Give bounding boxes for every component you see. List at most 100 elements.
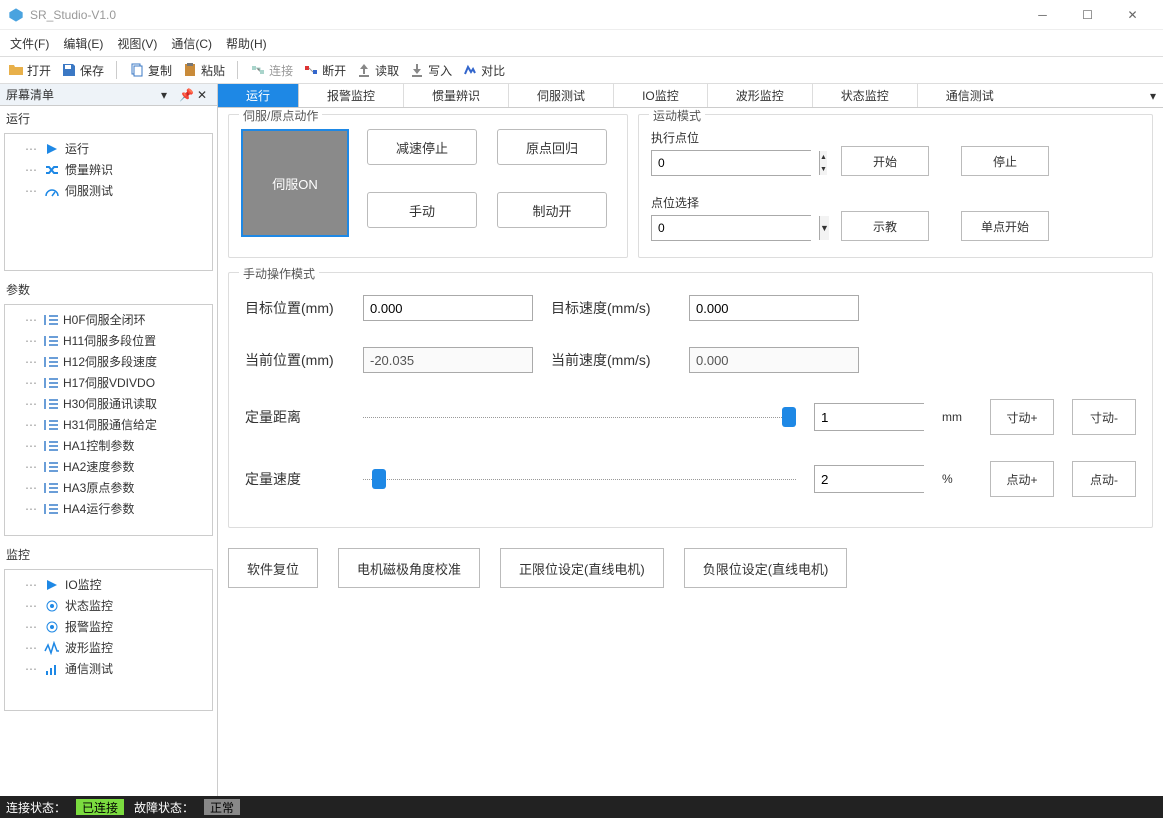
close-button[interactable]: ✕ xyxy=(1110,0,1155,30)
play-icon xyxy=(44,142,60,156)
param-item[interactable]: ⋯HA3原点参数 xyxy=(5,477,212,498)
pos-limit-button[interactable]: 正限位设定(直线电机) xyxy=(500,548,664,588)
param-item[interactable]: ⋯H17伺服VDIVDO xyxy=(5,372,212,393)
param-item[interactable]: ⋯HA1控制参数 xyxy=(5,435,212,456)
stop-button[interactable]: 停止 xyxy=(961,146,1049,176)
menu-view[interactable]: 视图(V) xyxy=(117,35,157,52)
exec-point-input[interactable]: ▲▼ xyxy=(651,150,811,176)
paste-button[interactable]: 粘贴 xyxy=(182,62,225,79)
spin-up-icon[interactable]: ▲ xyxy=(820,151,827,163)
spd-unit: % xyxy=(942,472,972,486)
tab-servotest[interactable]: 伺服测试 xyxy=(509,84,614,107)
list-icon xyxy=(44,378,58,388)
tab-run[interactable]: 运行 xyxy=(218,84,299,107)
point-select-field[interactable] xyxy=(652,216,819,240)
chevron-down-icon[interactable]: ▼ xyxy=(819,216,829,240)
single-start-button[interactable]: 单点开始 xyxy=(961,211,1049,241)
decel-stop-button[interactable]: 减速停止 xyxy=(367,129,477,165)
exec-point-label: 执行点位 xyxy=(651,129,811,146)
open-button[interactable]: 打开 xyxy=(8,62,51,79)
compare-button[interactable]: 对比 xyxy=(462,62,505,79)
fieldset-servo: 伺服/原点动作 伺服ON 减速停止 原点回归 手动 制动开 xyxy=(228,114,628,258)
copy-button[interactable]: 复制 xyxy=(129,62,172,79)
menu-edit[interactable]: 编辑(E) xyxy=(63,35,103,52)
tab-inertia[interactable]: 惯量辨识 xyxy=(404,84,509,107)
write-button[interactable]: 写入 xyxy=(409,62,452,79)
param-item[interactable]: ⋯HA2速度参数 xyxy=(5,456,212,477)
tree-run: ⋯运行 ⋯惯量辨识 ⋯伺服测试 xyxy=(4,133,213,271)
list-icon xyxy=(44,483,58,493)
jog-minus-button[interactable]: 寸动- xyxy=(1072,399,1136,435)
paste-icon xyxy=(182,62,198,78)
shuffle-icon xyxy=(44,163,60,177)
minimize-button[interactable]: ─ xyxy=(1020,0,1065,30)
connect-button[interactable]: 连接 xyxy=(250,62,293,79)
signal-icon xyxy=(44,662,60,676)
slider-thumb[interactable] xyxy=(372,469,386,489)
teach-button[interactable]: 示教 xyxy=(841,211,929,241)
slider-thumb[interactable] xyxy=(782,407,796,427)
tree-params[interactable]: ⋯H0F伺服全闭环 ⋯H11伺服多段位置 ⋯H12伺服多段速度 ⋯H17伺服VD… xyxy=(4,304,213,536)
tab-commtest[interactable]: 通信测试 xyxy=(918,84,1022,107)
manual-button[interactable]: 手动 xyxy=(367,192,477,228)
servo-on-button[interactable]: 伺服ON xyxy=(241,129,349,237)
list-icon xyxy=(44,399,58,409)
upload-icon xyxy=(356,62,372,78)
save-button[interactable]: 保存 xyxy=(61,62,104,79)
monitor-item-alarm[interactable]: ⋯报警监控 xyxy=(5,616,212,637)
target-pos-input[interactable] xyxy=(363,295,533,321)
legend-servo: 伺服/原点动作 xyxy=(239,108,322,124)
param-item[interactable]: ⋯H30伺服通讯读取 xyxy=(5,393,212,414)
home-return-button[interactable]: 原点回归 xyxy=(497,129,607,165)
tab-wave[interactable]: 波形监控 xyxy=(708,84,813,107)
tab-status[interactable]: 状态监控 xyxy=(813,84,918,107)
legend-motion: 运动模式 xyxy=(649,108,705,124)
pane-close-icon[interactable]: ✕ xyxy=(197,88,211,102)
monitor-item-wave[interactable]: ⋯波形监控 xyxy=(5,637,212,658)
read-button[interactable]: 读取 xyxy=(356,62,399,79)
disconnect-button[interactable]: 断开 xyxy=(303,62,346,79)
monitor-item-commtest[interactable]: ⋯通信测试 xyxy=(5,658,212,679)
menu-comm[interactable]: 通信(C) xyxy=(171,35,212,52)
param-item[interactable]: ⋯H11伺服多段位置 xyxy=(5,330,212,351)
menu-help[interactable]: 帮助(H) xyxy=(226,35,267,52)
exec-point-field[interactable] xyxy=(652,151,819,175)
maximize-button[interactable]: ☐ xyxy=(1065,0,1110,30)
dist-slider[interactable] xyxy=(363,407,796,427)
list-icon xyxy=(44,441,58,451)
monitor-item-status[interactable]: ⋯状态监控 xyxy=(5,595,212,616)
brake-open-button[interactable]: 制动开 xyxy=(497,192,607,228)
param-item[interactable]: ⋯H12伺服多段速度 xyxy=(5,351,212,372)
fault-status-label: 故障状态： xyxy=(134,799,194,816)
tab-alarm[interactable]: 报警监控 xyxy=(299,84,404,107)
menu-file[interactable]: 文件(F) xyxy=(10,35,49,52)
tree-item-run[interactable]: ⋯运行 xyxy=(5,138,212,159)
pane-pin-icon[interactable]: 📌 xyxy=(179,88,193,102)
monitor-item-io[interactable]: ⋯IO监控 xyxy=(5,574,212,595)
tab-bar: 运行 报警监控 惯量辨识 伺服测试 IO监控 波形监控 状态监控 通信测试 ▾ xyxy=(218,84,1163,108)
spd-slider[interactable] xyxy=(363,469,796,489)
jog-plus-button[interactable]: 寸动+ xyxy=(990,399,1054,435)
point-minus-button[interactable]: 点动- xyxy=(1072,461,1136,497)
tab-overflow-icon[interactable]: ▾ xyxy=(1143,84,1163,107)
point-select[interactable]: ▼ xyxy=(651,215,811,241)
tree-item-servotest[interactable]: ⋯伺服测试 xyxy=(5,180,212,201)
tab-io[interactable]: IO监控 xyxy=(614,84,708,107)
spin-down-icon[interactable]: ▼ xyxy=(820,163,827,175)
param-item[interactable]: ⋯H31伺服通信给定 xyxy=(5,414,212,435)
param-item[interactable]: ⋯H0F伺服全闭环 xyxy=(5,309,212,330)
tree-item-inertia[interactable]: ⋯惯量辨识 xyxy=(5,159,212,180)
pane-dropdown-icon[interactable]: ▾ xyxy=(161,88,175,102)
target-spd-input[interactable] xyxy=(689,295,859,321)
point-plus-button[interactable]: 点动+ xyxy=(990,461,1054,497)
pole-calib-button[interactable]: 电机磁极角度校准 xyxy=(338,548,480,588)
soft-reset-button[interactable]: 软件复位 xyxy=(228,548,318,588)
spd-value-input[interactable]: ▲▼ xyxy=(814,465,924,493)
neg-limit-button[interactable]: 负限位设定(直线电机) xyxy=(684,548,848,588)
list-icon xyxy=(44,357,58,367)
param-item[interactable]: ⋯HA4运行参数 xyxy=(5,498,212,519)
start-button[interactable]: 开始 xyxy=(841,146,929,176)
dist-value-input[interactable]: ▼ xyxy=(814,403,924,431)
section-run-title: 运行 xyxy=(0,106,217,131)
folder-open-icon xyxy=(8,62,24,78)
